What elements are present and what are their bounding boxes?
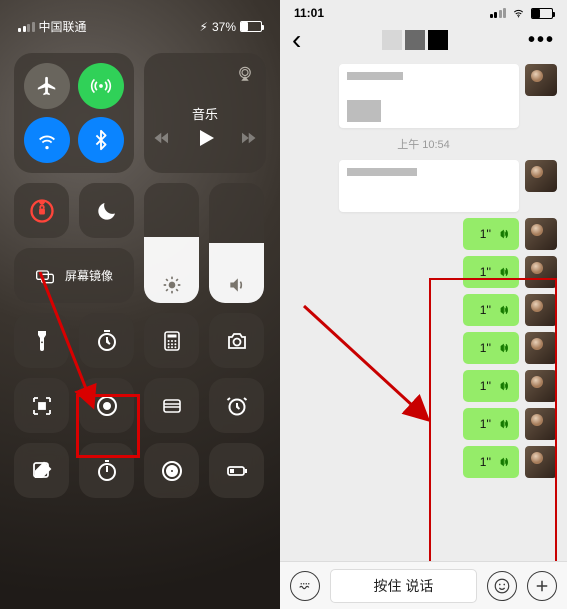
screen-mirror-button[interactable]: 屏幕镜像 (14, 248, 134, 303)
timer-icon (95, 329, 119, 353)
airplane-toggle[interactable] (24, 63, 70, 109)
nav-bar: ‹ ••• (280, 20, 567, 60)
message-row (290, 160, 557, 212)
timestamp-label: 上午 10:54 (290, 136, 557, 152)
link-message[interactable] (339, 64, 519, 128)
camera-icon (225, 329, 249, 353)
battery-icon (240, 21, 262, 32)
link-message[interactable] (339, 160, 519, 212)
qr-scan-button[interactable] (14, 378, 69, 433)
camera-button[interactable] (209, 313, 264, 368)
prev-button[interactable] (153, 129, 171, 152)
qr-icon (30, 394, 54, 418)
input-bar: 按住 说话 (280, 561, 567, 609)
bluetooth-toggle[interactable] (78, 117, 124, 163)
cellular-toggle[interactable] (78, 63, 124, 109)
compose-icon (30, 459, 54, 483)
add-button[interactable] (527, 571, 557, 601)
annotation-highlight-voice (429, 278, 557, 561)
chat-title (382, 30, 448, 50)
flashlight-icon (30, 329, 54, 353)
screen-mirror-icon (35, 266, 55, 286)
accessibility-icon (160, 459, 184, 483)
charging-icon: ⚡︎ (200, 20, 208, 34)
emoji-button[interactable] (487, 571, 517, 601)
keyboard-wave-icon (296, 577, 314, 595)
hold-to-talk-label: 按住 说话 (374, 576, 434, 596)
carrier-label: 中国联通 (39, 18, 87, 35)
orientation-lock-button[interactable] (14, 183, 69, 238)
status-bar: 中国联通 ⚡︎ 37% (14, 18, 266, 35)
accessibility-button[interactable] (144, 443, 199, 498)
hold-to-talk-button[interactable]: 按住 说话 (330, 569, 477, 603)
back-button[interactable]: ‹ (292, 30, 301, 50)
avatar[interactable] (525, 64, 557, 96)
wifi-toggle[interactable] (24, 117, 70, 163)
avatar[interactable] (525, 160, 557, 192)
voice-message-row: 1'' (290, 218, 557, 250)
moon-icon (95, 199, 119, 223)
wifi-icon (36, 129, 58, 151)
airplay-icon[interactable] (236, 65, 254, 83)
next-button[interactable] (239, 129, 257, 152)
voice-keyboard-toggle[interactable] (290, 571, 320, 601)
battery-low-icon (225, 459, 249, 483)
stopwatch-button[interactable] (79, 443, 134, 498)
battery-percent: 37% (212, 20, 236, 34)
do-not-disturb-button[interactable] (79, 183, 134, 238)
voice-duration: 1'' (480, 265, 491, 279)
low-power-button[interactable] (209, 443, 264, 498)
volume-icon (227, 275, 247, 295)
voice-bubble[interactable]: 1'' (463, 218, 519, 250)
bluetooth-icon (90, 129, 112, 151)
sound-wave-icon (497, 265, 511, 279)
signal-icon (490, 8, 507, 18)
volume-slider[interactable] (209, 183, 264, 303)
ios-control-center: 中国联通 ⚡︎ 37% 音乐 (0, 0, 280, 609)
brightness-slider[interactable] (144, 183, 199, 303)
voice-duration: 1'' (480, 227, 491, 241)
play-button[interactable] (193, 126, 217, 155)
battery-icon (531, 8, 553, 19)
notes-button[interactable] (14, 443, 69, 498)
connectivity-panel[interactable] (14, 53, 134, 173)
stopwatch-icon (95, 459, 119, 483)
chat-scroll-area[interactable]: 上午 10:54 1''1''1''1''1''1''1'' (280, 60, 567, 561)
smile-icon (493, 577, 511, 595)
wifi-icon (511, 8, 526, 19)
time-label: 11:01 (294, 6, 324, 20)
calculator-icon (160, 329, 184, 353)
flashlight-button[interactable] (14, 313, 69, 368)
sound-wave-icon (497, 227, 511, 241)
calculator-button[interactable] (144, 313, 199, 368)
orientation-lock-icon (28, 197, 56, 225)
alarm-button[interactable] (209, 378, 264, 433)
status-bar: 11:01 (280, 0, 567, 20)
music-label: 音乐 (192, 104, 218, 123)
plus-icon (533, 577, 551, 595)
more-button[interactable]: ••• (528, 29, 555, 52)
wallet-icon (160, 394, 184, 418)
timer-button[interactable] (79, 313, 134, 368)
message-row (290, 64, 557, 128)
wallet-button[interactable] (144, 378, 199, 433)
airplane-icon (36, 75, 58, 97)
screen-mirror-label: 屏幕镜像 (65, 267, 113, 284)
brightness-icon (162, 275, 182, 295)
alarm-icon (225, 394, 249, 418)
music-panel[interactable]: 音乐 (144, 53, 266, 173)
avatar[interactable] (525, 218, 557, 250)
record-icon (95, 394, 119, 418)
cellular-icon (90, 75, 112, 97)
utility-grid (14, 313, 266, 498)
screen-record-button[interactable] (79, 378, 134, 433)
wechat-chat-screen: 11:01 ‹ ••• 上午 10:54 1''1''1''1''1''1''1… (280, 0, 567, 609)
signal-icon (18, 22, 35, 32)
